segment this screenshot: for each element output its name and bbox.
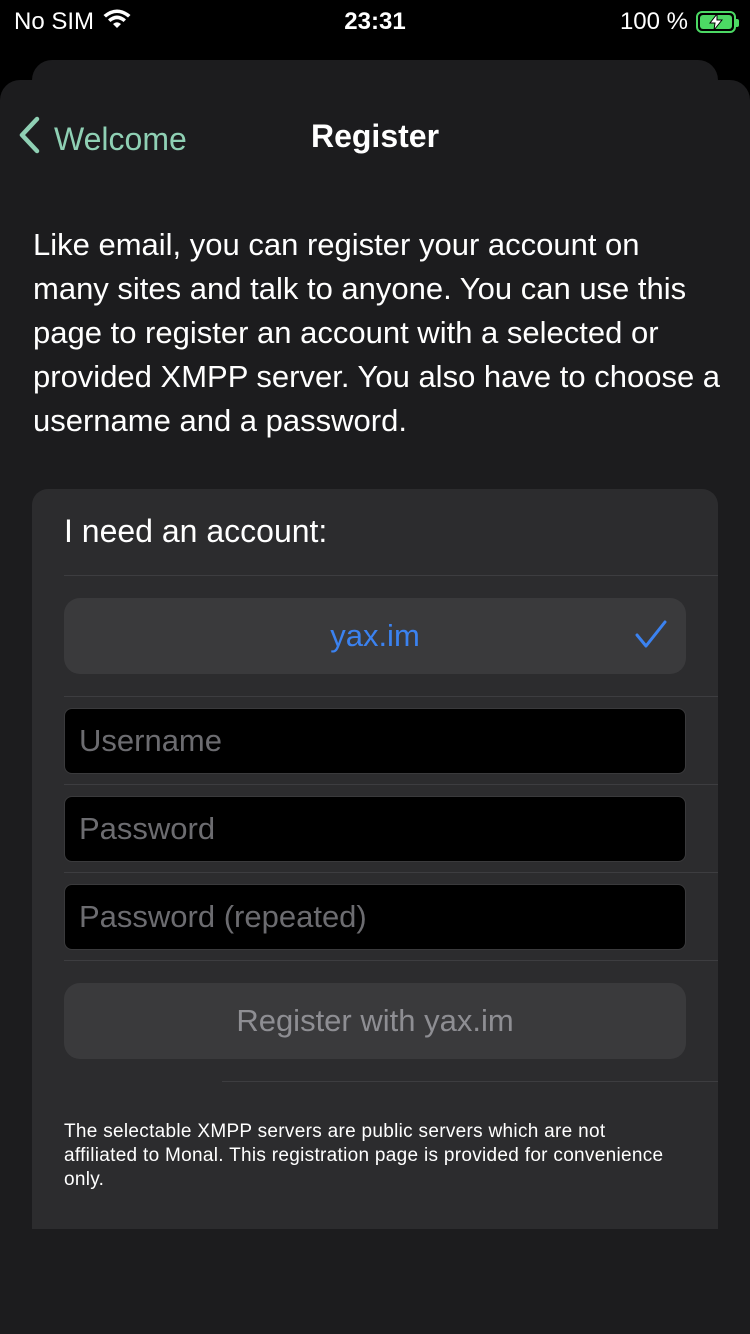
server-name: yax.im	[330, 618, 420, 653]
navigation-bar: Welcome Register	[0, 80, 750, 192]
divider	[222, 1081, 718, 1082]
status-right: 100 %	[619, 8, 739, 36]
password-field[interactable]	[64, 796, 686, 862]
intro-text: Like email, you can register your accoun…	[33, 227, 721, 438]
server-option-selected[interactable]: yax.im	[64, 598, 686, 674]
checkmark-icon	[634, 618, 668, 660]
divider	[64, 960, 718, 961]
password-repeat-field[interactable]	[64, 884, 686, 950]
account-form-card: I need an account: yax.im Register with …	[32, 489, 718, 1229]
divider	[64, 784, 718, 785]
battery-charging-icon	[696, 11, 739, 33]
battery-percent: 100 %	[619, 8, 688, 35]
divider	[64, 872, 718, 873]
wifi-icon	[102, 8, 132, 37]
register-sheet: Welcome Register Like email, you can reg…	[0, 80, 750, 1334]
carrier-label: No SIM	[14, 8, 95, 35]
divider	[64, 696, 718, 697]
username-field[interactable]	[64, 708, 686, 774]
status-bar: No SIM 23:31 100 %	[0, 0, 750, 44]
status-left: No SIM	[14, 8, 132, 37]
divider	[64, 575, 718, 576]
page-title: Register	[310, 118, 440, 154]
register-button[interactable]: Register with yax.im	[64, 983, 686, 1059]
footnote-text: The selectable XMPP servers are public s…	[64, 1121, 664, 1190]
form-heading: I need an account:	[64, 513, 328, 549]
